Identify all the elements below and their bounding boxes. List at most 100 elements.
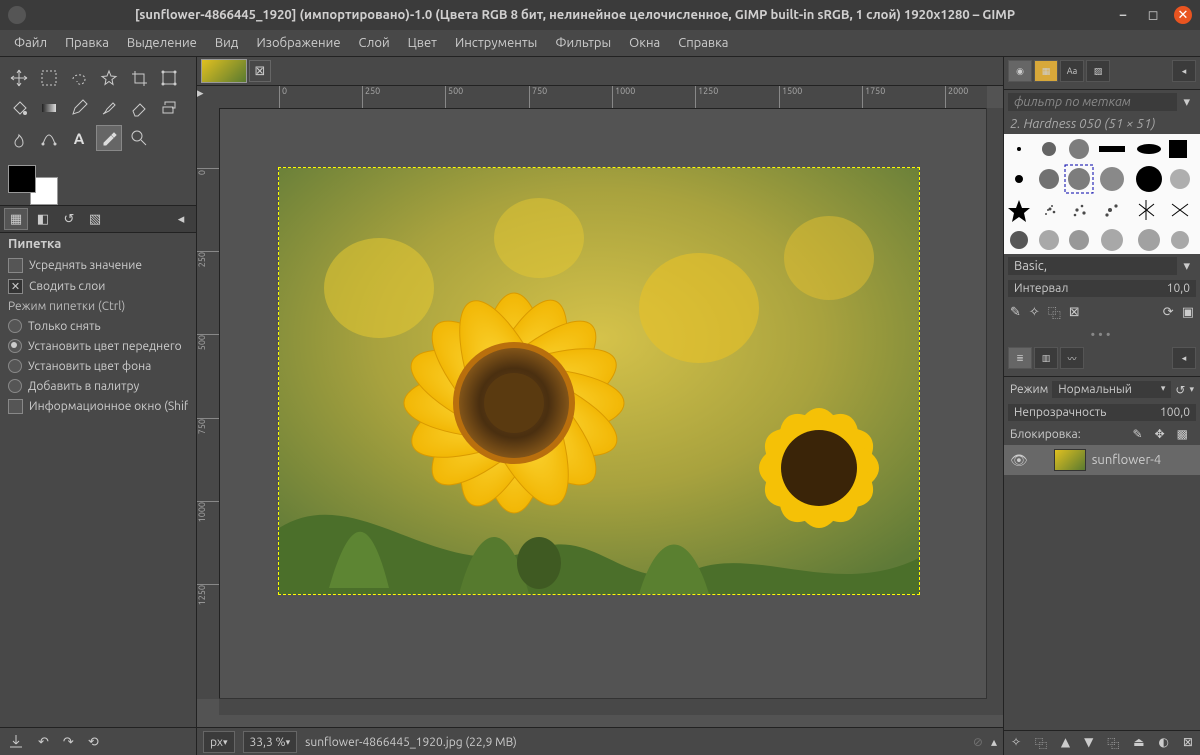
mode-add-palette[interactable] <box>8 379 22 393</box>
ruler-corner[interactable]: ▸ <box>197 86 220 109</box>
bucket-tool[interactable] <box>6 95 32 121</box>
gradient-tool[interactable] <box>36 95 62 121</box>
lock-alpha-icon[interactable]: ▩ <box>1171 427 1194 441</box>
image-tab-1[interactable] <box>201 59 247 83</box>
avg-checkbox[interactable] <box>8 258 23 273</box>
layers-list[interactable]: 👁 sunflower-4 <box>1004 445 1200 730</box>
mode-set-bg[interactable] <box>8 359 22 373</box>
chevron-down-icon[interactable]: ▾ <box>1177 95 1196 110</box>
tab-fonts[interactable]: Aa <box>1060 60 1084 82</box>
scrollbar-horizontal[interactable] <box>219 698 987 715</box>
raise-layer-icon[interactable]: ▲ <box>1061 735 1070 752</box>
tab-tool-options[interactable]: ▦ <box>4 208 28 230</box>
mask-icon[interactable]: ◐ <box>1159 735 1169 752</box>
lower-layer-icon[interactable]: ▼ <box>1084 735 1093 752</box>
blend-mode-select[interactable]: Нормальный <box>1058 383 1161 396</box>
new-group-icon[interactable]: ⿻ <box>1035 735 1047 752</box>
mode-reset-icon[interactable]: ↺ <box>1171 383 1189 397</box>
chevron-down-icon[interactable]: ▾ <box>1177 259 1196 274</box>
merge-down-icon[interactable]: ⏏ <box>1133 735 1144 752</box>
lock-pixels-icon[interactable]: ✎ <box>1127 427 1149 441</box>
mode-pick-only[interactable] <box>8 319 22 333</box>
minimize-button[interactable]: – <box>1114 6 1132 24</box>
save-preset-icon[interactable] <box>8 733 24 752</box>
fg-color[interactable] <box>8 165 36 193</box>
edit-brush-icon[interactable]: ✎ <box>1010 305 1021 320</box>
spacing-value[interactable]: 10,0 <box>1167 282 1190 295</box>
menu-tools[interactable]: Инструменты <box>447 32 545 54</box>
smudge-tool[interactable] <box>6 125 32 151</box>
delete-layer-icon[interactable]: ⊠ <box>1183 735 1193 752</box>
tab-paths[interactable]: 〰 <box>1060 347 1084 369</box>
duplicate-brush-icon[interactable]: ⿻ <box>1048 303 1061 322</box>
paintbrush-tool[interactable] <box>96 95 122 121</box>
menu-edit[interactable]: Правка <box>57 32 117 54</box>
refresh-brush-icon[interactable]: ⟳ <box>1163 305 1174 320</box>
brush-filter-input[interactable]: фильтр по меткам <box>1008 93 1177 111</box>
open-as-image-icon[interactable]: ▣ <box>1182 305 1194 320</box>
tab-undo-history[interactable]: ↺ <box>58 209 80 229</box>
color-picker-tool[interactable] <box>96 125 122 151</box>
menu-windows[interactable]: Окна <box>621 32 668 54</box>
cancel-icon[interactable]: ⊘ <box>973 735 983 749</box>
move-tool[interactable] <box>6 65 32 91</box>
menu-help[interactable]: Справка <box>670 32 736 54</box>
tab-channels[interactable]: ▥ <box>1034 347 1058 369</box>
menu-file[interactable]: Файл <box>6 32 55 54</box>
free-select-tool[interactable] <box>66 65 92 91</box>
ruler-vertical[interactable]: 0 250 500 750 1000 1250 <box>197 108 220 699</box>
visibility-icon[interactable]: 👁 <box>1010 452 1028 469</box>
dock-separator[interactable]: ••• <box>1004 326 1200 344</box>
brush-preset-select[interactable]: Basic, <box>1008 257 1177 275</box>
menu-select[interactable]: Выделение <box>119 32 205 54</box>
info-window-checkbox[interactable] <box>8 399 23 414</box>
delete-icon[interactable]: ↷ <box>63 735 74 750</box>
fuzzy-select-tool[interactable] <box>96 65 122 91</box>
menu-layer[interactable]: Слой <box>351 32 398 54</box>
image-content[interactable] <box>279 168 919 594</box>
layer-thumbnail[interactable] <box>1054 449 1086 471</box>
new-layer-icon[interactable]: ✧ <box>1011 735 1021 752</box>
close-tab-icon[interactable]: ⊠ <box>249 60 271 82</box>
layers-tab-menu-icon[interactable]: ◂ <box>1172 347 1196 369</box>
tab-layers[interactable]: ≣ <box>1008 347 1032 369</box>
tab-device-status[interactable]: ◧ <box>32 209 54 229</box>
navigation-icon[interactable] <box>987 699 1003 715</box>
brush-grid[interactable] <box>1004 134 1200 254</box>
menu-view[interactable]: Вид <box>207 32 247 54</box>
delete-brush-icon[interactable]: ⊠ <box>1069 305 1080 320</box>
tab-brushes[interactable]: ◉ <box>1008 60 1032 82</box>
restore-icon[interactable]: ↶ <box>38 735 49 750</box>
lock-position-icon[interactable]: ✥ <box>1149 427 1171 441</box>
path-tool[interactable] <box>36 125 62 151</box>
duplicate-layer-icon[interactable]: ⿻ <box>1107 735 1119 752</box>
canvas[interactable] <box>219 108 987 699</box>
tab-menu-icon[interactable]: ◂ <box>170 209 192 229</box>
ruler-horizontal[interactable]: 0 250 500 750 1000 1250 1500 1750 2000 <box>219 86 987 109</box>
clone-tool[interactable] <box>156 95 182 121</box>
menu-color[interactable]: Цвет <box>400 32 445 54</box>
color-swatches[interactable] <box>8 165 58 205</box>
tab-patterns[interactable]: ▦ <box>1034 60 1058 82</box>
merge-checkbox[interactable]: ✕ <box>8 279 23 294</box>
reset-icon[interactable]: ⟲ <box>88 735 99 750</box>
measure-tool[interactable] <box>126 125 152 151</box>
transform-tool[interactable] <box>156 65 182 91</box>
scrollbar-vertical[interactable] <box>986 108 1003 699</box>
tab-images[interactable]: ▧ <box>84 209 106 229</box>
rect-select-tool[interactable] <box>36 65 62 91</box>
new-brush-icon[interactable]: ✧ <box>1029 305 1040 320</box>
maximize-button[interactable]: ◻ <box>1144 6 1162 24</box>
unit-selector[interactable]: px ▾ <box>203 731 235 753</box>
layer-item[interactable]: 👁 sunflower-4 <box>1004 445 1200 475</box>
tab-history[interactable]: ▨ <box>1086 60 1110 82</box>
pencil-tool[interactable] <box>66 95 92 121</box>
soft-proof-icon[interactable]: ▴ <box>991 735 997 749</box>
brushes-tab-menu-icon[interactable]: ◂ <box>1172 60 1196 82</box>
layer-name[interactable]: sunflower-4 <box>1092 453 1161 467</box>
eraser-tool[interactable] <box>126 95 152 121</box>
opacity-value[interactable]: 100,0 <box>1160 406 1190 419</box>
zoom-selector[interactable]: 33,3 % ▾ <box>243 731 298 753</box>
mode-set-fg[interactable] <box>8 339 22 353</box>
menu-filters[interactable]: Фильтры <box>547 32 619 54</box>
